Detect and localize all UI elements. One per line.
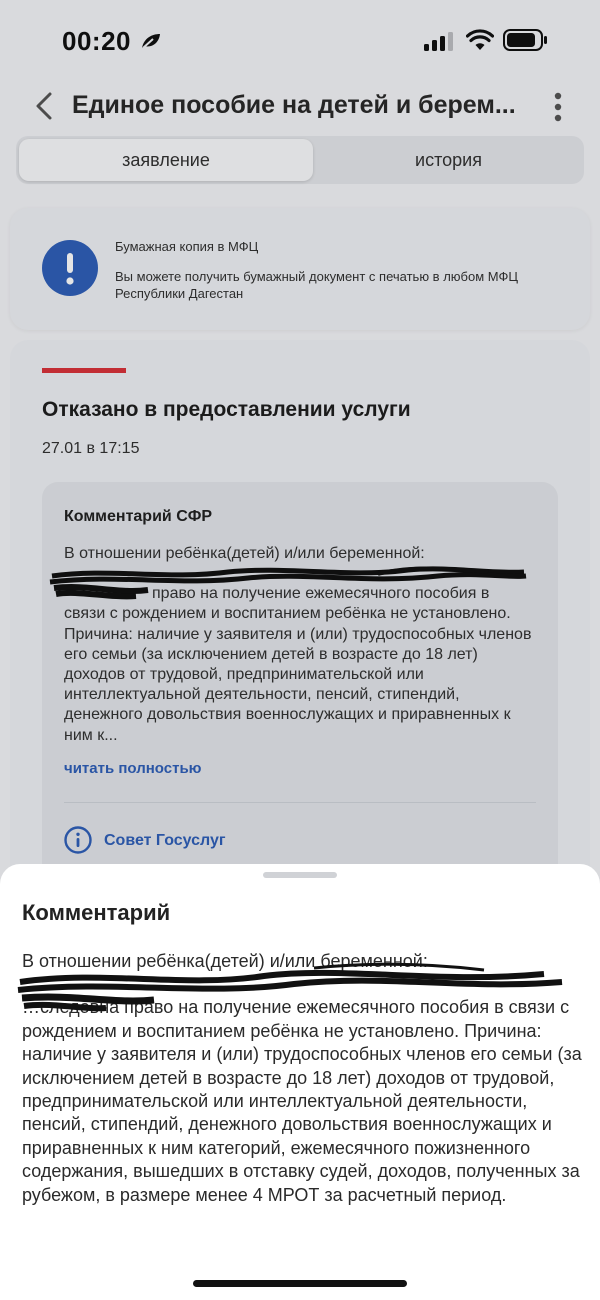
redaction-scribble-sheet (17, 962, 563, 1012)
screen: 00:20 Единое пособие на детей и берем... (0, 0, 600, 1300)
home-indicator[interactable] (193, 1280, 407, 1287)
sheet-grabber[interactable] (263, 872, 337, 878)
sheet-title: Комментарий (22, 900, 171, 925)
sheet-body: …следовна право на получение ежемесячног… (22, 997, 582, 1205)
comment-bottom-sheet: Комментарий В отношении ребёнка(детей) и… (0, 864, 600, 1300)
